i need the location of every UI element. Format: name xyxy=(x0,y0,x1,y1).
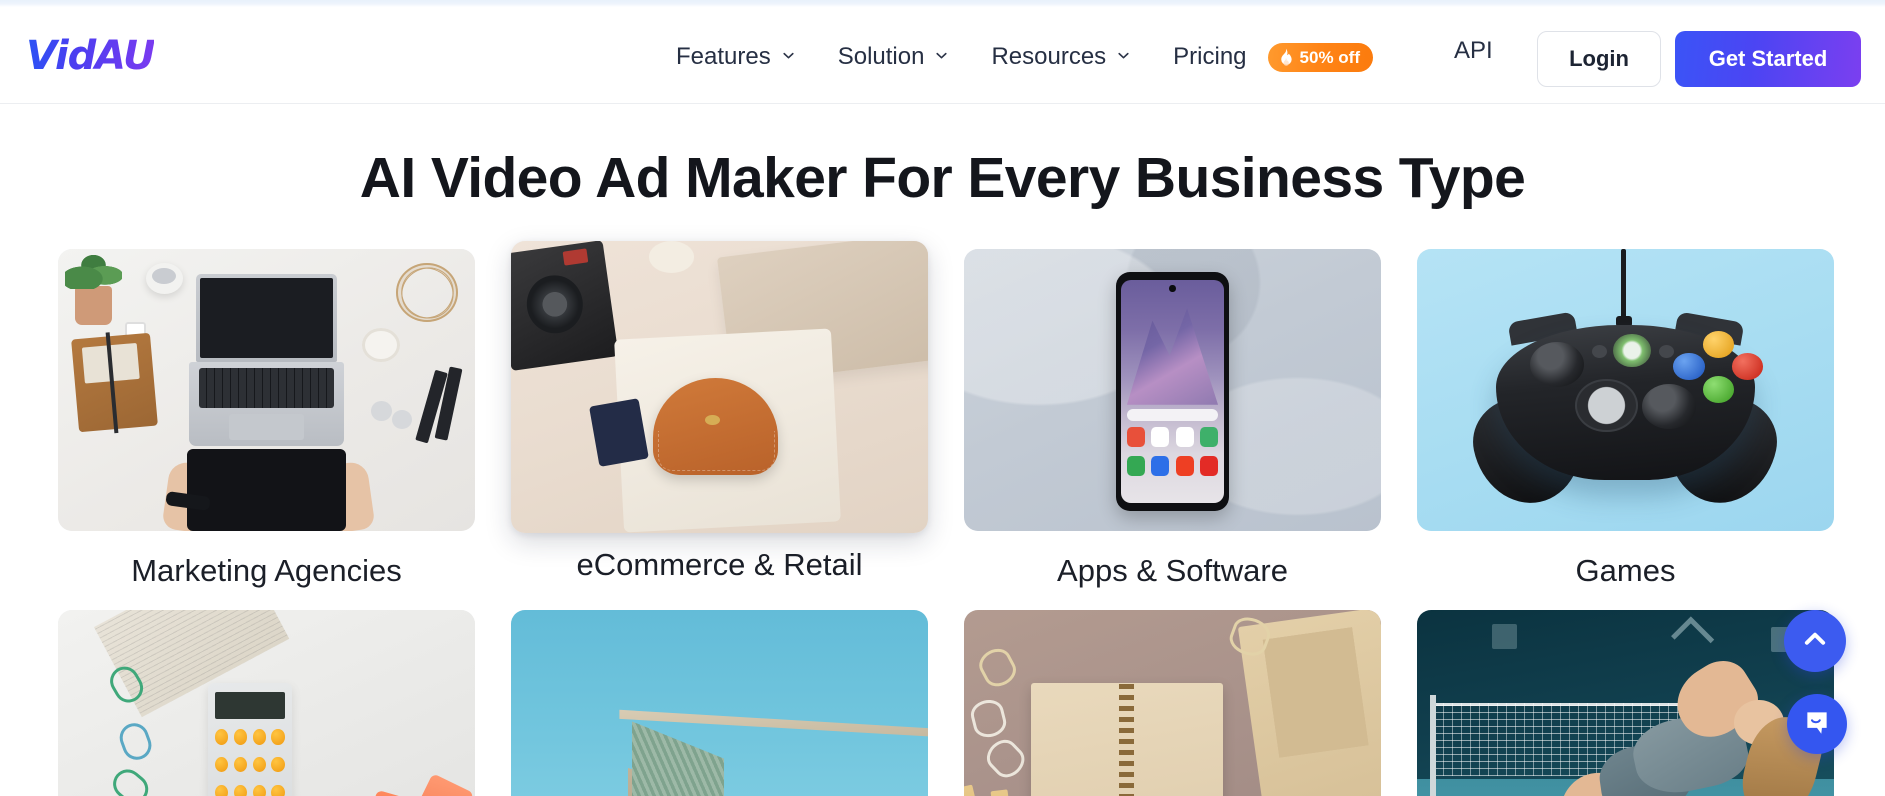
business-type-grid: Marketing Agencies eCommerce & Retail Ap… xyxy=(58,241,1834,796)
business-card-apps-software[interactable]: Apps & Software xyxy=(964,249,1381,589)
card-label: Marketing Agencies xyxy=(131,553,402,588)
nav-item-api[interactable]: API xyxy=(1454,37,1493,65)
card-thumbnail[interactable] xyxy=(1417,610,1834,796)
card-label: Apps & Software xyxy=(1057,553,1288,588)
brand-logo[interactable]: VidAU xyxy=(26,33,155,79)
page-title: AI Video Ad Maker For Every Business Typ… xyxy=(359,146,1526,210)
desk-flatlay-photo xyxy=(58,249,475,531)
smartphone-photo xyxy=(964,249,1381,531)
business-card-row2-4[interactable] xyxy=(1417,610,1834,796)
chevron-down-icon xyxy=(1116,48,1131,63)
business-card-row2-3[interactable] xyxy=(964,610,1381,796)
chat-bubble-icon xyxy=(1802,707,1832,742)
page-root: VidAU Features Solution Resources Pricin… xyxy=(0,0,1885,796)
chat-widget-button[interactable] xyxy=(1787,694,1847,754)
chevron-down-icon xyxy=(934,48,949,63)
nav-item-resources[interactable]: Resources xyxy=(970,33,1152,81)
business-card-marketing-agencies[interactable]: Marketing Agencies xyxy=(58,249,475,589)
card-thumbnail[interactable] xyxy=(58,249,475,531)
business-card-ecommerce-retail[interactable]: eCommerce & Retail xyxy=(511,241,928,589)
card-thumbnail[interactable] xyxy=(1417,249,1834,531)
card-thumbnail[interactable] xyxy=(511,241,928,533)
business-card-row2-2[interactable] xyxy=(511,610,928,796)
leather-purse-box-photo xyxy=(511,241,928,533)
business-card-games[interactable]: Games xyxy=(1417,249,1834,589)
nav-item-label: Resources xyxy=(991,43,1107,70)
athlete-tennis-court-photo xyxy=(1417,610,1834,796)
building-blue-sky-photo xyxy=(511,610,928,796)
card-thumbnail[interactable] xyxy=(964,610,1381,796)
scroll-to-top-button[interactable] xyxy=(1784,610,1846,672)
site-header: VidAU Features Solution Resources Pricin… xyxy=(0,7,1885,104)
nav-item-pricing[interactable]: Pricing 50% off xyxy=(1152,33,1394,81)
card-thumbnail[interactable] xyxy=(964,249,1381,531)
nav-item-label: Features xyxy=(676,43,771,70)
nav-item-label: Pricing xyxy=(1173,43,1247,70)
card-thumbnail[interactable] xyxy=(511,610,928,796)
business-card-row2-1[interactable] xyxy=(58,610,475,796)
nav-item-label: Solution xyxy=(837,43,925,70)
card-label: Games xyxy=(1575,553,1676,588)
game-controller-photo xyxy=(1417,249,1834,531)
get-started-button[interactable]: Get Started xyxy=(1675,31,1861,87)
notebook-stationery-photo xyxy=(964,610,1381,796)
card-thumbnail[interactable] xyxy=(58,610,475,796)
promo-badge-label: 50% off xyxy=(1299,47,1360,67)
card-label: eCommerce & Retail xyxy=(576,547,863,582)
main-navigation: Features Solution Resources Pricing 50% … xyxy=(655,33,1394,81)
nav-item-solution[interactable]: Solution xyxy=(817,33,971,81)
calculator-stationery-photo xyxy=(58,610,475,796)
chevron-down-icon xyxy=(781,48,796,63)
login-button[interactable]: Login xyxy=(1537,31,1661,87)
promo-badge[interactable]: 50% off xyxy=(1267,42,1373,72)
chevron-up-icon xyxy=(1800,624,1830,659)
nav-item-features[interactable]: Features xyxy=(655,33,817,81)
top-accent-strip xyxy=(0,0,1885,7)
main-content: AI Video Ad Maker For Every Business Typ… xyxy=(0,104,1885,796)
fire-icon xyxy=(1277,48,1294,67)
